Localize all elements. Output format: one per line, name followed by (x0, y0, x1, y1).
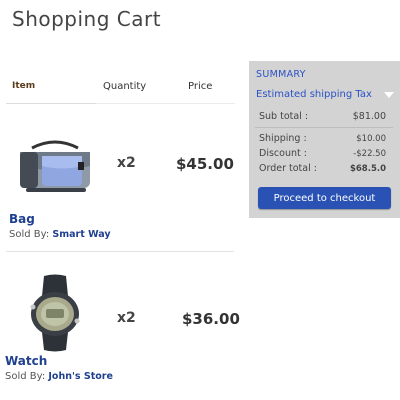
order-total-value: $68.5.0 (349, 164, 386, 174)
item-price: $36.00 (182, 310, 240, 328)
order-summary-panel: SUMMARY Estimated shipping Tax Sub total… (249, 61, 400, 218)
discount-value: -$22.50 (353, 149, 386, 159)
discount-label: Discount : (259, 148, 307, 159)
item-seller: Sold By: John's Store (5, 371, 113, 382)
sold-by-label: Sold By: (5, 371, 46, 382)
item-seller: Sold By: Smart Way (9, 229, 111, 240)
header-divider (96, 103, 235, 104)
item-name-link[interactable]: Bag (9, 212, 35, 226)
page-title: Shopping Cart (12, 7, 162, 31)
item-price: $45.00 (176, 155, 234, 173)
caret-down-icon (384, 92, 394, 98)
column-header-item: Item (12, 81, 36, 91)
row-divider (6, 251, 234, 252)
summary-title: SUMMARY (256, 69, 306, 80)
seller-link[interactable]: Smart Way (52, 229, 110, 240)
estimated-shipping-dropdown[interactable]: Estimated shipping Tax (256, 89, 396, 100)
item-quantity: x2 (117, 310, 136, 326)
subtotal-value: $81.00 (352, 111, 386, 122)
proceed-to-checkout-button[interactable]: Proceed to checkout (258, 187, 391, 209)
messenger-bag-icon[interactable] (18, 138, 93, 196)
column-header-price: Price (188, 81, 213, 92)
item-quantity: x2 (117, 155, 136, 171)
seller-link[interactable]: John's Store (48, 371, 113, 382)
header-divider (6, 103, 96, 104)
sport-watch-icon[interactable] (26, 274, 84, 352)
shipping-value: $10.00 (356, 134, 386, 144)
column-header-quantity: Quantity (103, 81, 147, 92)
order-total-label: Order total : (259, 163, 317, 174)
summary-divider (255, 127, 393, 128)
sold-by-label: Sold By: (9, 229, 50, 240)
subtotal-label: Sub total : (259, 111, 309, 122)
item-name-link[interactable]: Watch (5, 354, 47, 368)
shipping-label: Shipping : (259, 133, 307, 144)
estimated-shipping-label: Estimated shipping Tax (256, 89, 372, 100)
